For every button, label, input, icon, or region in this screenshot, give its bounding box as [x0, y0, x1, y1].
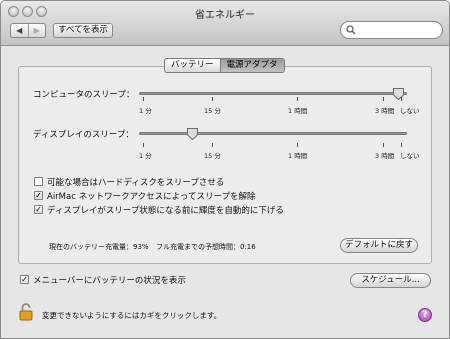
- search-icon: [346, 25, 356, 35]
- tick-mark: [212, 97, 213, 101]
- dim-display-label: ディスプレイがスリープ状態になる前に輝度を自動的に下げる: [47, 206, 284, 216]
- tab-power-adapter[interactable]: 電源アダプタ: [219, 59, 284, 72]
- tick-mark: [383, 143, 384, 147]
- tick-mark: [401, 143, 402, 147]
- computer-sleep-slider-knob[interactable]: [393, 88, 405, 101]
- lock-message: 変更できないようにするにはカギをクリックします。: [42, 311, 222, 320]
- battery-charge-status: 現在のバッテリー充電量：93%: [49, 243, 149, 251]
- tick-label: 1 時間: [288, 152, 308, 160]
- tick-mark: [143, 143, 144, 147]
- tick-mark: [401, 97, 402, 101]
- tab-battery[interactable]: バッテリー: [165, 59, 220, 72]
- computer-sleep-label: コンピュータのスリープ：: [33, 90, 135, 100]
- back-button[interactable]: ◀: [11, 24, 28, 37]
- tick-label: 1 時間: [288, 107, 308, 115]
- search-field[interactable]: [340, 21, 443, 39]
- harddisk-sleep-label: 可能な場合はハードディスクをスリープさせる: [47, 178, 225, 188]
- tab-control: バッテリー 電源アダプタ: [164, 58, 285, 73]
- harddisk-sleep-checkbox[interactable]: [34, 177, 43, 186]
- forward-button[interactable]: ▶: [27, 24, 46, 37]
- display-sleep-slider-track[interactable]: [139, 132, 407, 135]
- dim-display-checkbox[interactable]: ✓: [34, 205, 43, 214]
- menubar-battery-label: メニューバーにバッテリーの状況を表示: [33, 276, 186, 286]
- help-button[interactable]: ?: [418, 308, 432, 322]
- title-bar: 省エネルギー ◀ ▶ すべてを表示: [1, 1, 449, 46]
- tick-label: 3 時間: [375, 152, 395, 160]
- tick-label: 15 分: [204, 107, 221, 115]
- menubar-battery-checkbox[interactable]: ✓: [20, 275, 29, 284]
- display-sleep-label: ディスプレイのスリープ：: [33, 130, 134, 140]
- airmac-wake-checkbox[interactable]: ✓: [34, 191, 43, 200]
- window-title: 省エネルギー: [195, 10, 255, 21]
- tick-mark: [297, 97, 298, 101]
- back-forward-control: ◀ ▶: [10, 23, 46, 38]
- airmac-wake-label: AirMac ネットワークアクセスによってスリープを解除: [47, 192, 256, 202]
- tick-mark: [297, 143, 298, 147]
- tick-label: 15 分: [204, 152, 221, 160]
- preferences-window: 省エネルギー ◀ ▶ すべてを表示 バッテリー 電源アダプタ コンピュータのスリ…: [0, 0, 450, 339]
- display-sleep-slider-knob[interactable]: [187, 128, 199, 141]
- tick-mark: [383, 97, 384, 101]
- computer-sleep-slider-track[interactable]: [139, 92, 407, 95]
- tick-label: しない: [400, 152, 420, 160]
- tick-label: しない: [400, 107, 420, 115]
- tick-label: 1 分: [139, 152, 152, 160]
- show-all-button[interactable]: すべてを表示: [53, 23, 113, 38]
- tick-mark: [212, 143, 213, 147]
- lock-icon[interactable]: [19, 303, 33, 321]
- schedule-button[interactable]: スケジュール...: [350, 273, 431, 288]
- full-charge-time-status: フル充電までの予想時間：0:16: [156, 243, 256, 251]
- tick-label: 1 分: [139, 107, 152, 115]
- tick-label: 3 時間: [375, 107, 395, 115]
- tick-mark: [143, 97, 144, 101]
- restore-defaults-button[interactable]: デフォルトに戻す: [340, 238, 418, 253]
